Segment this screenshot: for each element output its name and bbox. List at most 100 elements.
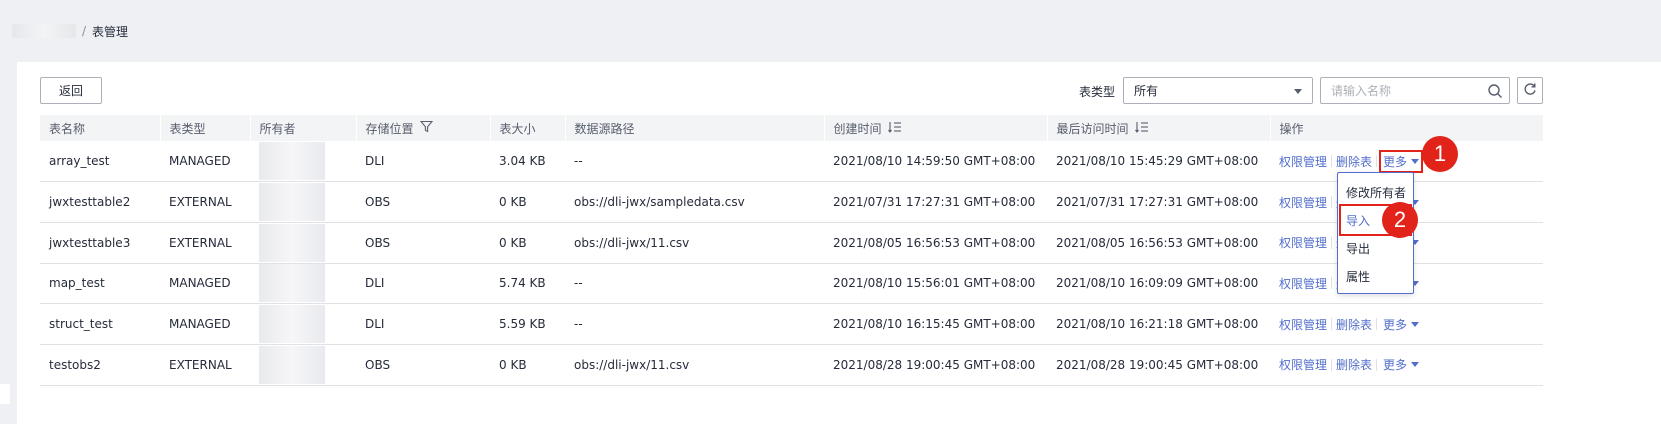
cell-created: 2021/08/05 16:56:53 GMT+08:00 — [824, 222, 1047, 264]
op-divider — [1331, 196, 1333, 209]
breadcrumb: / 表管理 — [12, 22, 128, 40]
cell-actions: 权限管理删除表更多 — [1270, 303, 1543, 345]
column-header-accessed: 最后访问时间 — [1046, 115, 1270, 141]
permission-link[interactable]: 权限管理 — [1279, 194, 1327, 211]
column-header-accessed-label: 最后访问时间 — [1056, 121, 1129, 136]
breadcrumb-parent-redacted[interactable] — [12, 24, 76, 38]
permission-link[interactable]: 权限管理 — [1279, 356, 1327, 373]
table-row: jwxtesttable3 EXTERNAL OBS 0 KB obs://dli-jw… — [40, 222, 1543, 264]
cell-location: OBS — [356, 181, 490, 223]
cell-name: jwxtesttable3 — [40, 222, 160, 264]
column-header-size: 表大小 — [489, 115, 565, 141]
cell-path: -- — [565, 303, 824, 345]
op-divider — [1331, 358, 1333, 371]
toolbar: 返回 表类型 所有 — [17, 62, 1661, 112]
permission-link[interactable]: 权限管理 — [1279, 316, 1327, 333]
op-divider — [1331, 277, 1333, 290]
cell-path: -- — [565, 263, 824, 305]
cell-owner — [250, 303, 356, 345]
cell-path: obs://dli-jwx/11.csv — [565, 222, 824, 264]
back-button[interactable]: 返回 — [40, 77, 102, 104]
more-dropdown-trigger[interactable]: 更多 — [1381, 315, 1421, 334]
cell-accessed: 2021/08/28 19:00:45 GMT+08:00 — [1047, 344, 1270, 386]
cell-name: struct_test — [40, 303, 160, 345]
table-row: struct_test MANAGED DLI 5.59 KB -- 2021/08/10… — [40, 303, 1543, 345]
table-type-select[interactable]: 所有 — [1123, 77, 1313, 104]
chevron-down-icon — [1294, 89, 1302, 94]
delete-table-link[interactable]: 删除表 — [1336, 316, 1372, 333]
menu-item-properties[interactable]: 属性 — [1338, 262, 1413, 290]
search-icon[interactable] — [1487, 83, 1503, 102]
table-row: testobs2 EXTERNAL OBS 0 KB obs://dli-jwx/11.… — [40, 344, 1543, 386]
corner-decoration — [0, 384, 10, 404]
column-header-owner: 所有者 — [249, 115, 356, 141]
owner-redacted — [259, 142, 325, 181]
cell-actions: 权限管理删除表更多 — [1270, 344, 1543, 386]
cell-name: testobs2 — [40, 344, 160, 386]
column-header-actions: 操作 — [1269, 115, 1543, 141]
permission-link[interactable]: 权限管理 — [1279, 275, 1327, 292]
sort-icon[interactable] — [1134, 121, 1149, 136]
cell-type: MANAGED — [160, 263, 250, 305]
sort-icon[interactable] — [887, 121, 902, 136]
cell-owner — [250, 263, 356, 305]
cell-type: EXTERNAL — [160, 181, 250, 223]
menu-item-export[interactable]: 导出 — [1338, 234, 1413, 262]
table-row: array_test MANAGED DLI 3.04 KB -- 2021/08/10 … — [40, 141, 1543, 183]
cell-created: 2021/08/10 16:15:45 GMT+08:00 — [824, 303, 1047, 345]
cell-accessed: 2021/08/05 16:56:53 GMT+08:00 — [1047, 222, 1270, 264]
column-header-location: 存储位置 — [355, 115, 490, 141]
owner-redacted — [259, 305, 325, 344]
cell-location: OBS — [356, 344, 490, 386]
table-management-panel: 返回 表类型 所有 表名称 表类型 所有者 — [17, 62, 1661, 424]
op-divider — [1331, 236, 1333, 249]
cell-type: EXTERNAL — [160, 344, 250, 386]
cell-owner — [250, 141, 356, 183]
permission-link[interactable]: 权限管理 — [1279, 153, 1327, 170]
tables-grid-body: array_test MANAGED DLI 3.04 KB -- 2021/08/10 … — [40, 141, 1543, 386]
op-divider — [1331, 318, 1333, 331]
more-dropdown-trigger[interactable]: 更多 — [1379, 149, 1424, 173]
cell-accessed: 2021/08/10 16:09:09 GMT+08:00 — [1047, 263, 1270, 305]
cell-type: MANAGED — [160, 303, 250, 345]
delete-table-link[interactable]: 删除表 — [1336, 356, 1372, 373]
funnel-icon[interactable] — [419, 120, 433, 136]
cell-created: 2021/08/28 19:00:45 GMT+08:00 — [824, 344, 1047, 386]
cell-accessed: 2021/07/31 17:27:31 GMT+08:00 — [1047, 181, 1270, 223]
chevron-down-icon — [1411, 158, 1420, 164]
cell-created: 2021/07/31 17:27:31 GMT+08:00 — [824, 181, 1047, 223]
op-divider — [1331, 155, 1333, 168]
search-input[interactable] — [1331, 83, 1481, 98]
cell-owner — [250, 181, 356, 223]
more-label: 更多 — [1383, 154, 1408, 169]
breadcrumb-current: 表管理 — [92, 24, 129, 39]
table-row: map_test MANAGED DLI 5.74 KB -- 2021/08/10 15… — [40, 263, 1543, 305]
op-divider — [1376, 318, 1378, 331]
refresh-button[interactable] — [1517, 77, 1543, 104]
cell-location: OBS — [356, 222, 490, 264]
op-divider — [1376, 155, 1378, 168]
cell-location: DLI — [356, 263, 490, 305]
callout-badge-2: 2 — [1382, 202, 1418, 238]
cell-size: 5.74 KB — [490, 263, 565, 305]
delete-table-link[interactable]: 删除表 — [1336, 153, 1372, 170]
owner-redacted — [259, 264, 325, 303]
table-type-label: 表类型 — [1079, 85, 1116, 99]
more-dropdown-trigger[interactable]: 更多 — [1381, 355, 1421, 374]
cell-created: 2021/08/10 14:59:50 GMT+08:00 — [824, 141, 1047, 183]
permission-link[interactable]: 权限管理 — [1279, 234, 1327, 251]
refresh-icon — [1523, 82, 1537, 99]
chevron-down-icon — [1411, 321, 1420, 327]
cell-size: 0 KB — [490, 222, 565, 264]
owner-redacted — [259, 183, 325, 222]
table-header-row: 表名称 表类型 所有者 存储位置 表大小 数据源路径 创建时间 最后访问时间 操… — [40, 115, 1543, 141]
cell-accessed: 2021/08/10 15:45:29 GMT+08:00 — [1047, 141, 1270, 183]
cell-owner — [250, 344, 356, 386]
owner-redacted — [259, 223, 325, 262]
callout-badge-1: 1 — [1422, 136, 1458, 172]
op-divider — [1376, 358, 1378, 371]
column-header-created-label: 创建时间 — [833, 121, 882, 136]
cell-name: array_test — [40, 141, 160, 183]
cell-location: DLI — [356, 303, 490, 345]
cell-name: jwxtesttable2 — [40, 181, 160, 223]
